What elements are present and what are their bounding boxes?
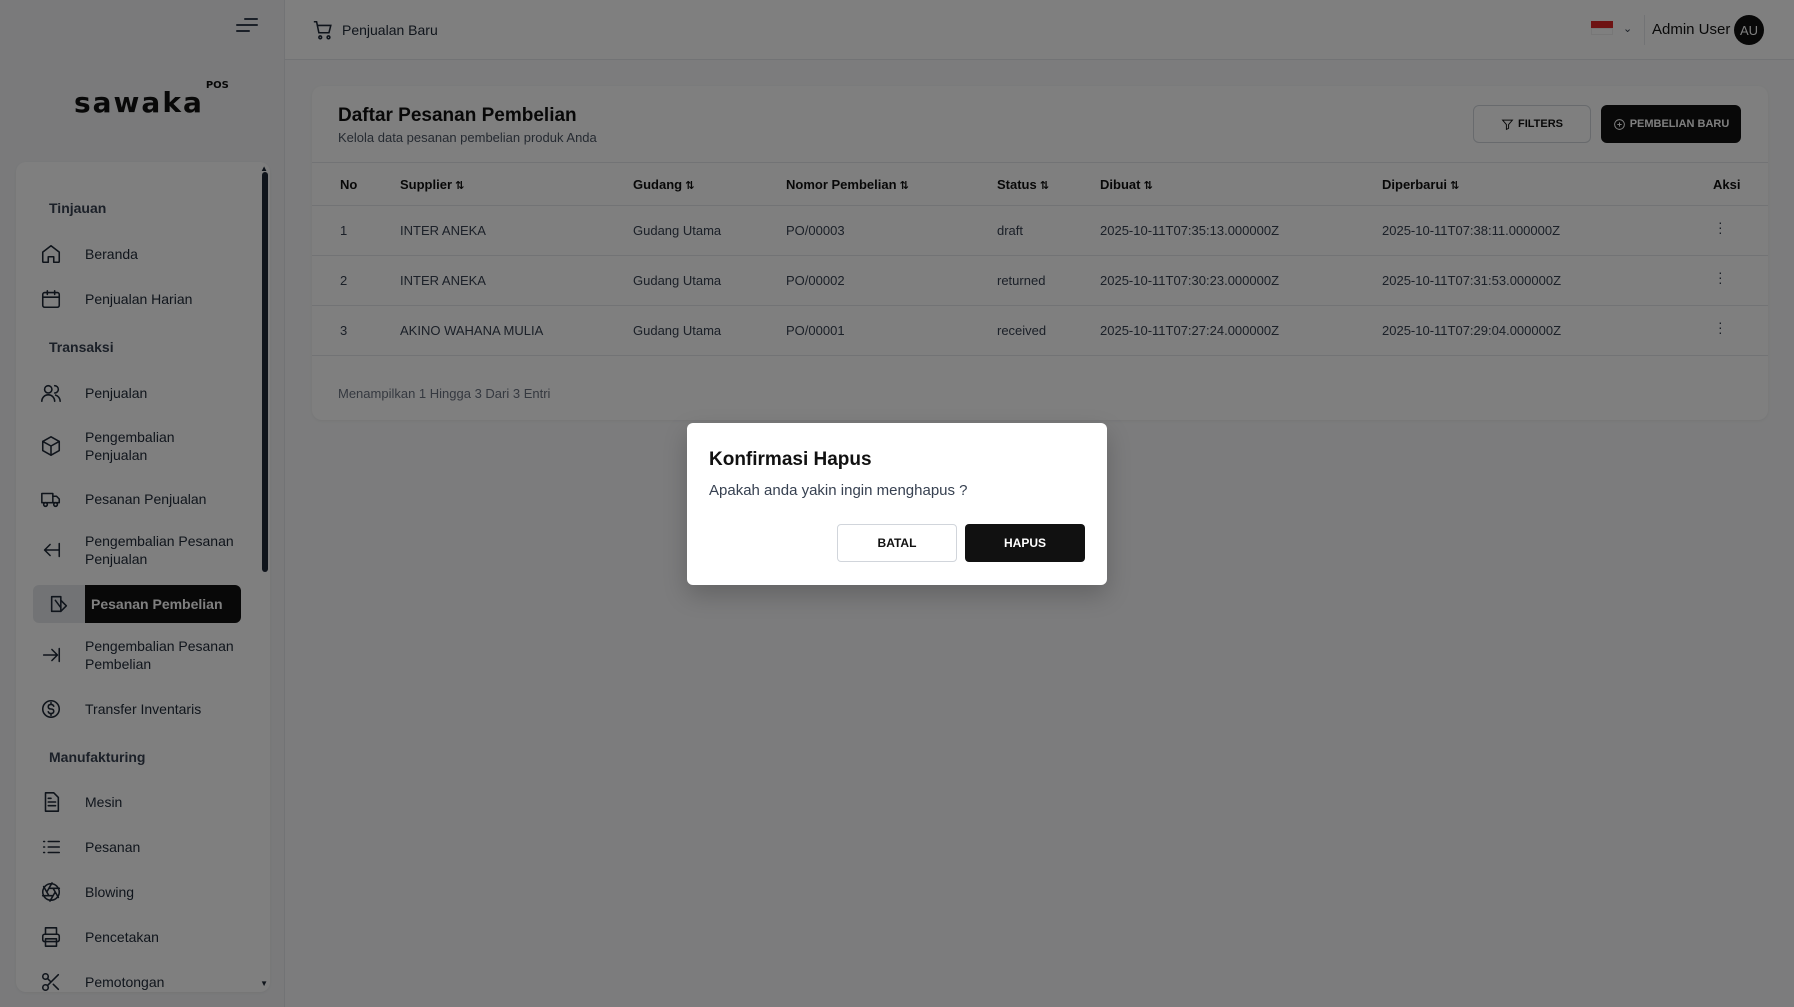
delete-confirm-dialog: Konfirmasi Hapus Apakah anda yakin ingin…	[687, 423, 1107, 585]
cancel-button[interactable]: BATAL	[837, 524, 957, 562]
dialog-title: Konfirmasi Hapus	[709, 449, 872, 470]
delete-button[interactable]: HAPUS	[965, 524, 1085, 562]
dialog-message: Apakah anda yakin ingin menghapus ?	[709, 482, 968, 499]
